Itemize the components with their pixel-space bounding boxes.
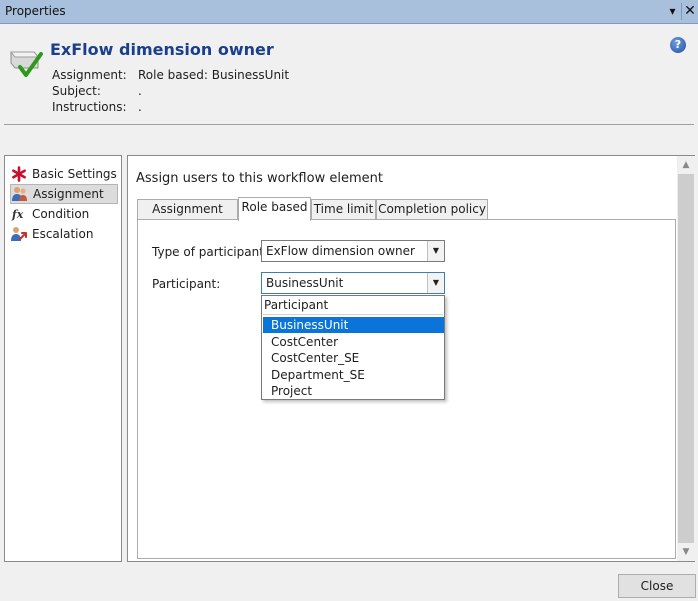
subject-value: . [138, 84, 142, 98]
fx-icon: fx [10, 205, 28, 223]
svg-text:fx: fx [11, 208, 24, 221]
nav-item-label: Escalation [32, 227, 94, 241]
nav-item-assignment[interactable]: Assignment [10, 184, 118, 204]
dropdown-column-header: Participant [263, 298, 443, 315]
nav-item-label: Condition [32, 207, 90, 221]
dropdown-option-costcenter-se[interactable]: CostCenter_SE [263, 350, 444, 366]
tab-completion-policy[interactable]: Completion policy [376, 199, 488, 220]
dropdown-option-businessunit[interactable]: BusinessUnit [263, 317, 444, 333]
help-icon[interactable]: ? [670, 37, 686, 53]
tab-assignment-type[interactable]: Assignment type [137, 199, 238, 235]
scroll-up-arrow-icon[interactable]: ▲ [677, 156, 695, 174]
header-divider [4, 124, 694, 125]
section-heading: Assign users to this workflow element [136, 171, 383, 186]
participant-select[interactable]: BusinessUnit ▼ [261, 272, 445, 294]
chevron-down-icon[interactable]: ▼ [427, 273, 444, 293]
page-title: ExFlow dimension owner [50, 40, 274, 59]
dropdown-option-project[interactable]: Project [263, 383, 444, 399]
dropdown-option-costcenter[interactable]: CostCenter [263, 334, 444, 350]
nav-item-basic-settings[interactable]: Basic Settings [10, 164, 118, 184]
scroll-thumb[interactable] [678, 174, 694, 543]
tab-role-based[interactable]: Role based [238, 197, 311, 221]
chevron-down-icon[interactable]: ▼ [427, 241, 444, 261]
type-of-participant-value: ExFlow dimension owner [266, 244, 415, 258]
asterisk-icon [10, 165, 28, 183]
instructions-label: Instructions: [52, 100, 127, 114]
settings-nav: Basic Settings Assignment fx Condition E… [4, 155, 122, 562]
type-of-participant-label: Type of participant: [152, 245, 268, 259]
window-title: Properties [5, 4, 66, 18]
nav-item-condition[interactable]: fx Condition [10, 204, 118, 224]
window-close-button[interactable]: ✕ [681, 3, 698, 20]
properties-header: ExFlow dimension owner Assignment: Role … [0, 25, 698, 125]
participant-value: BusinessUnit [266, 276, 344, 290]
escalation-icon [10, 225, 28, 243]
assignment-label: Assignment: [52, 68, 127, 82]
instructions-value: . [138, 100, 142, 114]
type-of-participant-select[interactable]: ExFlow dimension owner ▼ [261, 240, 445, 262]
assignment-value: Role based: BusinessUnit [138, 68, 290, 82]
nav-item-escalation[interactable]: Escalation [10, 224, 118, 244]
nav-item-label: Assignment [33, 187, 104, 201]
scroll-down-arrow-icon[interactable]: ▼ [677, 543, 695, 561]
users-icon [11, 185, 29, 203]
subject-label: Subject: [52, 84, 101, 98]
tab-time-limit[interactable]: Time limit [311, 199, 376, 220]
window-titlebar: Properties ▾ ✕ [0, 0, 698, 24]
participant-dropdown-list: Participant BusinessUnit CostCenter Cost… [261, 295, 445, 400]
participant-label: Participant: [152, 277, 221, 291]
vertical-scrollbar[interactable]: ▲ ▼ [677, 156, 695, 561]
close-button[interactable]: Close [618, 574, 696, 598]
approval-check-icon [8, 42, 46, 80]
window-menu-button[interactable]: ▾ [664, 3, 681, 20]
nav-item-label: Basic Settings [32, 167, 117, 181]
dropdown-option-department-se[interactable]: Department_SE [263, 367, 444, 383]
